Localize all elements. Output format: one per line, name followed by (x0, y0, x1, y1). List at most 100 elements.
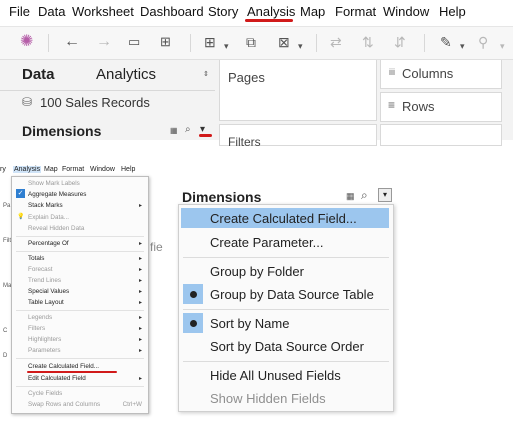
menu-dashboard[interactable]: Dashboard (140, 4, 204, 19)
menu-item-highlighters[interactable]: Highlighters (28, 336, 61, 343)
highlight-pen-icon[interactable]: ✎ (440, 33, 452, 51)
bullet-icon (190, 320, 197, 327)
menu-data[interactable]: Data (38, 4, 65, 19)
grid-view-icon[interactable]: ▦ (346, 191, 355, 202)
filters-shelf[interactable]: Filters (219, 124, 377, 149)
grid-view-icon[interactable]: ▦ (170, 126, 178, 135)
bullet-icon (190, 291, 197, 298)
sort-ascending-icon[interactable]: ⇅ (362, 33, 374, 51)
save-icon[interactable]: ▭ (128, 33, 140, 51)
duplicate-icon[interactable]: ⧉ (246, 33, 256, 51)
background-fragment: Pa (3, 203, 11, 209)
menu-divider (16, 310, 144, 311)
paperclip-icon[interactable]: ⚲ (478, 33, 488, 51)
swap-icon[interactable]: ⇄ (330, 33, 342, 51)
menu-item-totals[interactable]: Totals (28, 255, 44, 262)
toolbar-divider (424, 34, 425, 52)
menu-divider (183, 257, 389, 258)
submenu-arrow-icon: ▸ (138, 337, 142, 343)
menu-item-swap-rows-columns[interactable]: Swap Rows and Columns (28, 401, 100, 408)
small-menu-help[interactable]: Help (121, 166, 135, 173)
menu-item-cycle-fields[interactable]: Cycle Fields (28, 390, 62, 397)
chevron-down-icon[interactable]: ▾ (298, 37, 303, 55)
tab-analytics[interactable]: Analytics (96, 66, 156, 83)
menu-item-reveal-hidden-data[interactable]: Reveal Hidden Data (28, 225, 84, 232)
menu-item-group-by-folder[interactable]: Group by Folder (210, 264, 304, 279)
rows-shelf[interactable]: ≡ Rows (380, 92, 502, 122)
small-menu-window[interactable]: Window (90, 166, 115, 173)
menu-item-percentage-of[interactable]: Percentage Of (28, 240, 69, 247)
menubar: File Data Worksheet Dashboard Story Anal… (0, 0, 513, 24)
new-datasource-icon[interactable]: ⊞ (160, 33, 171, 51)
small-menu-format[interactable]: Format (62, 166, 84, 173)
menu-item-forecast[interactable]: Forecast (28, 266, 53, 273)
menu-item-sort-by-name[interactable]: Sort by Name (210, 316, 289, 331)
submenu-arrow-icon: ▸ (138, 315, 142, 321)
menu-format[interactable]: Format (335, 4, 376, 19)
menu-item-edit-calculated-field[interactable]: Edit Calculated Field (28, 375, 86, 382)
small-menu-story[interactable]: ry (0, 166, 6, 173)
menu-item-sort-by-data-source-order[interactable]: Sort by Data Source Order (210, 339, 364, 354)
menu-item-legends[interactable]: Legends (28, 314, 52, 321)
search-icon[interactable]: ⌕ (185, 124, 191, 135)
new-worksheet-icon[interactable]: ⊞ (204, 33, 216, 51)
menu-divider (16, 251, 144, 252)
selected-indicator (183, 313, 203, 333)
menu-window[interactable]: Window (383, 4, 429, 19)
chevron-updown-icon[interactable]: ⇕ (203, 70, 209, 78)
annotation-underline (27, 371, 117, 373)
chevron-down-icon[interactable]: ▾ (378, 188, 392, 202)
tableau-logo-icon[interactable]: ✺ (20, 33, 33, 51)
menu-item-hide-all-unused-fields[interactable]: Hide All Unused Fields (210, 368, 341, 383)
menu-analysis[interactable]: Analysis (247, 4, 295, 19)
clear-sheet-icon[interactable]: ⊠ (278, 33, 290, 51)
menu-map[interactable]: Map (300, 4, 325, 19)
lightbulb-icon: 💡 (17, 214, 25, 220)
menu-item-trend-lines[interactable]: Trend Lines (28, 277, 61, 284)
menu-help[interactable]: Help (439, 4, 466, 19)
menu-item-table-layout[interactable]: Table Layout (28, 299, 64, 306)
shortcut-label: Ctrl+W (122, 401, 142, 408)
columns-shelf[interactable]: iii Columns (380, 60, 502, 89)
menu-item-special-values[interactable]: Special Values (28, 288, 69, 295)
forward-arrow-icon[interactable]: → (96, 33, 112, 51)
menu-item-parameters[interactable]: Parameters (28, 347, 61, 354)
annotation-underline (245, 19, 293, 22)
dimensions-label: Dimensions (22, 123, 102, 139)
small-menu-map[interactable]: Map (44, 166, 58, 173)
menu-file[interactable]: File (9, 4, 30, 19)
submenu-arrow-icon: ▸ (138, 241, 142, 247)
chevron-down-icon[interactable]: ▾ (224, 37, 229, 55)
menu-item-show-mark-labels[interactable]: Show Mark Labels (28, 180, 80, 187)
menu-item-filters[interactable]: Filters (28, 325, 45, 332)
toolbar-divider (48, 34, 49, 52)
menu-item-show-hidden-fields[interactable]: Show Hidden Fields (210, 391, 326, 406)
menu-item-stack-marks[interactable]: Stack Marks (28, 202, 63, 209)
toolbar-divider (316, 34, 317, 52)
menu-item-create-calculated-field[interactable]: Create Calculated Field... (210, 211, 357, 226)
search-icon[interactable]: ⌕ (361, 188, 368, 203)
back-arrow-icon[interactable]: ← (64, 33, 80, 51)
small-menu-analysis[interactable]: Analysis (13, 166, 42, 173)
menu-item-group-by-data-source-table[interactable]: Group by Data Source Table (210, 287, 374, 302)
menu-item-create-calculated-field[interactable]: Create Calculated Field... (28, 363, 99, 370)
submenu-arrow-icon: ▸ (138, 278, 142, 284)
data-source-name[interactable]: 100 Sales Records (40, 95, 150, 110)
tab-data[interactable]: Data (22, 66, 55, 83)
view-area (380, 124, 502, 146)
data-pane-area: Data Analytics ⇕ ⛁ 100 Sales Records Dim… (0, 60, 513, 149)
database-icon: ⛁ (22, 95, 33, 109)
menu-item-aggregate-measures[interactable]: Aggregate Measures (28, 191, 86, 198)
submenu-arrow-icon: ▸ (138, 376, 142, 382)
chevron-down-icon[interactable]: ▾ (460, 37, 465, 55)
chevron-down-icon[interactable]: ▾ (500, 37, 505, 55)
rows-label: Rows (402, 99, 435, 114)
menu-story[interactable]: Story (208, 4, 238, 19)
menu-worksheet[interactable]: Worksheet (72, 4, 134, 19)
sort-descending-icon[interactable]: ⇵ (394, 33, 406, 51)
submenu-arrow-icon: ▸ (138, 348, 142, 354)
menu-item-create-parameter[interactable]: Create Parameter... (210, 235, 323, 250)
background-fragment: C (3, 328, 8, 334)
pages-shelf[interactable]: Pages (219, 60, 377, 121)
menu-item-explain-data[interactable]: Explain Data... (28, 214, 69, 221)
